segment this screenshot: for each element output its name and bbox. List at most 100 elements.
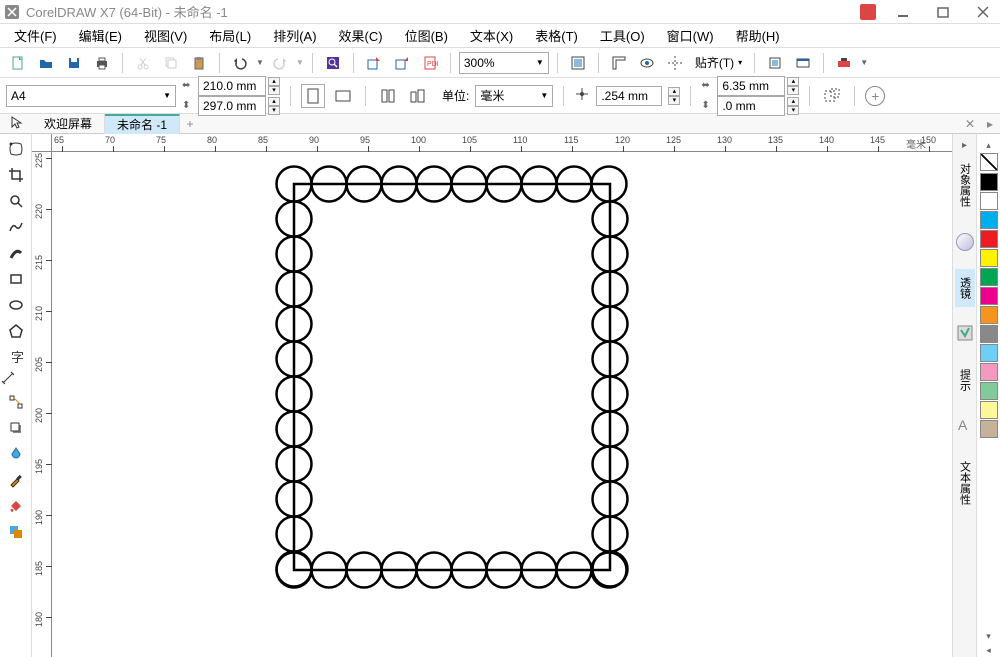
- new-button[interactable]: [6, 51, 30, 75]
- redo-button[interactable]: [268, 51, 292, 75]
- menu-help[interactable]: 帮助(H): [730, 24, 786, 47]
- color-swatch[interactable]: [980, 420, 998, 438]
- parallel-dim-tool[interactable]: [0, 370, 31, 389]
- spin-down[interactable]: ▾: [787, 106, 799, 115]
- close-doc-icon[interactable]: ✕: [960, 117, 980, 131]
- canvas[interactable]: [52, 152, 952, 657]
- dup-y-input[interactable]: .0 mm: [717, 96, 785, 116]
- ruler-horizontal[interactable]: 6570758085909510010511011512012513013514…: [52, 134, 952, 152]
- search-button[interactable]: [321, 51, 345, 75]
- app-launcher-button[interactable]: [832, 51, 856, 75]
- menu-bitmap[interactable]: 位图(B): [399, 24, 454, 47]
- color-eyedropper-tool[interactable]: [2, 468, 30, 492]
- spin-up[interactable]: ▴: [787, 97, 799, 106]
- spin-down[interactable]: ▾: [268, 106, 280, 115]
- spin-down[interactable]: ▾: [668, 96, 680, 105]
- dup-x-input[interactable]: 6.35 mm: [717, 76, 785, 96]
- options-button[interactable]: [763, 51, 787, 75]
- docker-text-properties[interactable]: 文本属性: [955, 453, 975, 513]
- launcher-button[interactable]: [791, 51, 815, 75]
- tab-document[interactable]: 未命名 -1: [105, 114, 180, 134]
- color-swatch[interactable]: [980, 325, 998, 343]
- expand-dockers-icon[interactable]: ▸: [980, 117, 1000, 131]
- all-pages-button[interactable]: [376, 84, 400, 108]
- color-swatch[interactable]: [980, 211, 998, 229]
- canvas-area[interactable]: 6570758085909510010511011512012513013514…: [32, 134, 952, 657]
- pick-tool-icon[interactable]: [9, 115, 23, 132]
- palette-flyout[interactable]: ◂: [980, 643, 998, 657]
- spin-up[interactable]: ▴: [787, 77, 799, 86]
- color-swatch[interactable]: [980, 382, 998, 400]
- portrait-button[interactable]: [301, 84, 325, 108]
- landscape-button[interactable]: [331, 84, 355, 108]
- ruler-vertical[interactable]: 225220215210205200195190185180: [32, 152, 52, 657]
- text-tool[interactable]: 字: [2, 345, 30, 369]
- current-page-button[interactable]: [406, 84, 430, 108]
- snap-combo[interactable]: 贴齐(T) ▾: [691, 52, 746, 74]
- transparency-tool[interactable]: [2, 442, 30, 466]
- print-button[interactable]: [90, 51, 114, 75]
- user-icon[interactable]: [860, 4, 876, 20]
- quick-customize-button[interactable]: +: [865, 86, 885, 106]
- save-button[interactable]: [62, 51, 86, 75]
- shape-tool[interactable]: [2, 137, 30, 161]
- swatch-none[interactable]: [980, 153, 998, 171]
- docker-lens[interactable]: 透镜: [955, 269, 975, 307]
- polygon-tool[interactable]: [2, 319, 30, 343]
- rectangle-tool[interactable]: [2, 267, 30, 291]
- color-swatch[interactable]: [980, 230, 998, 248]
- spin-up[interactable]: ▴: [268, 77, 280, 86]
- spin-up[interactable]: ▴: [668, 87, 680, 96]
- palette-down[interactable]: ▾: [980, 629, 998, 643]
- ruler-origin[interactable]: [32, 134, 52, 152]
- paper-combo[interactable]: A4 ▼: [6, 85, 176, 107]
- freehand-tool[interactable]: [2, 215, 30, 239]
- export-button[interactable]: [390, 51, 414, 75]
- ellipse-tool[interactable]: [2, 293, 30, 317]
- menu-tools[interactable]: 工具(O): [594, 24, 651, 47]
- drop-shadow-tool[interactable]: [2, 416, 30, 440]
- artistic-media-tool[interactable]: [2, 241, 30, 265]
- zoom-combo[interactable]: 300% ▼: [459, 52, 549, 74]
- menu-effects[interactable]: 效果(C): [333, 24, 389, 47]
- minimize-button[interactable]: [890, 2, 916, 22]
- menu-edit[interactable]: 编辑(E): [73, 24, 128, 47]
- spin-up[interactable]: ▴: [268, 97, 280, 106]
- menu-window[interactable]: 窗口(W): [661, 24, 720, 47]
- paste-button[interactable]: [187, 51, 211, 75]
- treat-as-filled-button[interactable]: [820, 84, 844, 108]
- close-button[interactable]: [970, 2, 996, 22]
- interactive-fill-tool[interactable]: [2, 494, 30, 518]
- menu-file[interactable]: 文件(F): [8, 24, 63, 47]
- copy-button[interactable]: [159, 51, 183, 75]
- maximize-button[interactable]: [930, 2, 956, 22]
- import-button[interactable]: [362, 51, 386, 75]
- open-button[interactable]: [34, 51, 58, 75]
- page-height-input[interactable]: 297.0 mm: [198, 96, 266, 116]
- docker-object-properties[interactable]: 对象属性: [955, 155, 975, 215]
- color-swatch[interactable]: [980, 363, 998, 381]
- page-width-input[interactable]: 210.0 mm: [198, 76, 266, 96]
- color-swatch[interactable]: [980, 401, 998, 419]
- units-combo[interactable]: 毫米 ▼: [475, 85, 553, 107]
- color-swatch[interactable]: [980, 344, 998, 362]
- menu-table[interactable]: 表格(T): [529, 24, 584, 47]
- color-swatch[interactable]: [980, 192, 998, 210]
- grid-button[interactable]: [635, 51, 659, 75]
- docker-expand-icon[interactable]: ▸: [962, 140, 967, 151]
- connector-tool[interactable]: [2, 390, 30, 414]
- menu-arrange[interactable]: 排列(A): [267, 24, 322, 47]
- spin-down[interactable]: ▾: [268, 86, 280, 95]
- tab-welcome[interactable]: 欢迎屏幕: [32, 114, 105, 134]
- smart-fill-tool[interactable]: [2, 520, 30, 544]
- crop-tool[interactable]: [2, 163, 30, 187]
- color-swatch[interactable]: [980, 306, 998, 324]
- palette-up[interactable]: ▴: [980, 138, 998, 152]
- nudge-input[interactable]: .254 mm: [596, 86, 662, 106]
- color-swatch[interactable]: [980, 249, 998, 267]
- color-swatch[interactable]: [980, 268, 998, 286]
- menu-view[interactable]: 视图(V): [138, 24, 193, 47]
- zoom-tool[interactable]: [2, 189, 30, 213]
- add-tab-button[interactable]: +: [180, 117, 200, 131]
- fullscreen-button[interactable]: [566, 51, 590, 75]
